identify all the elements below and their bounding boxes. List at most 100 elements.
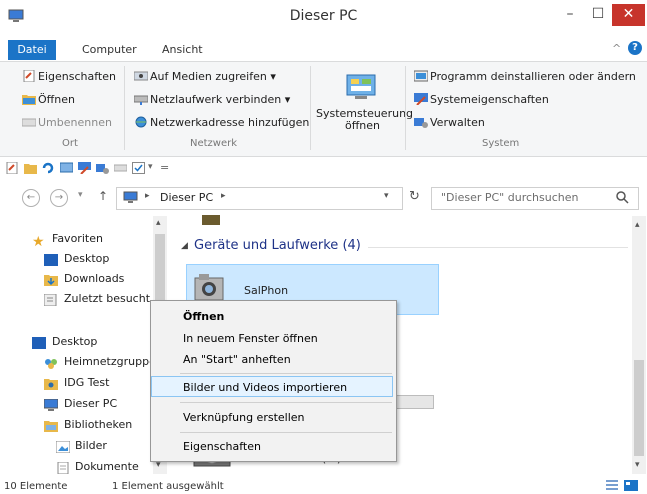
address-dropdown-icon[interactable]: ▾: [384, 191, 389, 201]
collapse-ribbon-icon[interactable]: ^: [612, 42, 621, 55]
up-icon[interactable]: ↑: [98, 189, 108, 203]
ribbon-eigenschaften[interactable]: Eigenschaften: [38, 70, 116, 83]
ctx-bilder-importieren[interactable]: Bilder und Videos importieren: [183, 381, 347, 394]
scroll-down-icon[interactable]: ▾: [635, 460, 640, 470]
user-folder-icon: [44, 379, 58, 390]
properties-icon[interactable]: [6, 162, 19, 174]
properties-icon: [23, 70, 35, 82]
rename-icon[interactable]: [114, 162, 127, 174]
window-title: Dieser PC: [289, 8, 358, 24]
ribbon-verwalten[interactable]: Verwalten: [430, 116, 485, 129]
pictures-icon: [56, 441, 70, 453]
minimize-button[interactable]: –: [557, 4, 583, 26]
tab-datei[interactable]: Datei: [8, 40, 56, 60]
homegroup-icon: [45, 359, 57, 369]
system-properties-icon: [414, 93, 428, 105]
ctx-separator: [180, 432, 392, 433]
nav-tree-heimnetzgruppe[interactable]: Heimnetzgruppe: [64, 355, 156, 368]
nav-item-downloads[interactable]: Downloads: [64, 272, 124, 285]
desktop-icon: [32, 337, 46, 349]
nav-tree-idg-test[interactable]: IDG Test: [64, 376, 109, 389]
tab-ansicht[interactable]: Ansicht: [162, 40, 203, 60]
ribbon-systemeigenschaften[interactable]: Systemeigenschaften: [430, 93, 549, 106]
tab-computer[interactable]: Computer: [82, 40, 137, 60]
ctx-neues-fenster[interactable]: In neuem Fenster öffnen: [183, 332, 318, 345]
group-title[interactable]: Geräte und Laufwerke (4): [194, 238, 361, 253]
checkbox-icon[interactable]: [132, 162, 145, 174]
star-icon: ★: [32, 234, 45, 250]
ribbon-oeffnen[interactable]: Öffnen: [38, 93, 75, 106]
ribbon-programm[interactable]: Programm deinstallieren oder ändern: [430, 70, 636, 83]
system-properties-icon[interactable]: [78, 162, 91, 174]
ctx-verknuepfung[interactable]: Verknüpfung erstellen: [183, 411, 305, 424]
drive-usage-bar: [396, 395, 434, 409]
content-scrollbar-thumb[interactable]: [634, 360, 644, 456]
ctx-oeffnen[interactable]: Öffnen: [183, 310, 224, 323]
ctx-eigenschaften[interactable]: Eigenschaften: [183, 440, 261, 453]
undo-icon[interactable]: [42, 162, 55, 174]
control-panel-icon[interactable]: [345, 73, 377, 101]
computer-icon: [123, 191, 138, 203]
ctx-separator: [180, 402, 392, 403]
recent-places-icon: [44, 294, 57, 306]
ribbon-separator: [405, 66, 406, 150]
qat-dropdown-icon[interactable]: ▾: [148, 162, 153, 172]
ribbon-medien[interactable]: Auf Medien zugreifen ▾: [150, 70, 276, 83]
ctx-separator: [180, 373, 392, 374]
group-label-system: System: [482, 138, 520, 149]
back-icon[interactable]: ←: [22, 189, 40, 207]
ribbon-separator: [310, 66, 311, 150]
close-button[interactable]: ✕: [612, 4, 645, 26]
nav-favoriten[interactable]: Favoriten: [52, 232, 103, 245]
partial-item-icon: [202, 215, 220, 225]
rename-icon: [22, 118, 36, 127]
network-location-icon: [135, 116, 147, 128]
recent-locations-icon[interactable]: ▾: [78, 190, 83, 200]
group-collapse-icon[interactable]: ◢: [181, 241, 188, 251]
ribbon-umbenennen[interactable]: Umbenennen: [38, 116, 112, 129]
device-label-salphon: SalPhon: [244, 284, 289, 297]
search-placeholder: "Dieser PC" durchsuchen: [441, 191, 579, 204]
ribbon-tabs: Datei Computer Ansicht: [0, 40, 647, 60]
scroll-up-icon[interactable]: ▴: [635, 220, 640, 230]
ribbon-netzlaufwerk[interactable]: Netzlaufwerk verbinden ▾: [150, 93, 290, 106]
breadcrumb-chevron-icon[interactable]: ▸: [145, 191, 150, 201]
ribbon-separator: [124, 66, 125, 150]
help-icon[interactable]: ?: [628, 41, 642, 55]
maximize-button[interactable]: ☐: [585, 4, 611, 26]
new-folder-icon[interactable]: [24, 162, 37, 174]
nav-tree-desktop[interactable]: Desktop: [52, 335, 97, 348]
open-folder-icon: [22, 95, 36, 105]
ribbon-netzwerkadresse[interactable]: Netzwerkadresse hinzufügen: [150, 116, 309, 129]
nav-tree-bilder[interactable]: Bilder: [75, 439, 107, 452]
nav-tree-dieser-pc[interactable]: Dieser PC: [64, 397, 117, 410]
status-item-count: 10 Elemente: [4, 481, 68, 492]
libraries-icon: [44, 421, 58, 432]
breadcrumb-dieser-pc[interactable]: Dieser PC: [160, 191, 213, 204]
details-view-icon[interactable]: [606, 480, 618, 491]
downloads-icon: [44, 275, 58, 286]
group-label-ort: Ort: [62, 138, 78, 149]
nav-item-zuletzt[interactable]: Zuletzt besucht: [64, 292, 150, 305]
breadcrumb-chevron-icon[interactable]: ▸: [221, 191, 226, 201]
documents-icon: [57, 462, 69, 474]
tiles-view-icon[interactable]: [624, 480, 638, 491]
map-drive-icon[interactable]: [60, 162, 73, 174]
network-drive-icon: [134, 95, 148, 105]
nav-tree-bibliotheken[interactable]: Bibliotheken: [64, 418, 132, 431]
customize-qat-icon[interactable]: =: [160, 161, 169, 174]
status-bar: [0, 476, 647, 494]
ribbon-systemsteuerung-oeffnen[interactable]: öffnen: [345, 119, 380, 132]
group-label-netzwerk: Netzwerk: [190, 138, 238, 149]
manage-icon[interactable]: [96, 162, 109, 174]
forward-icon[interactable]: →: [50, 189, 68, 207]
media-access-icon: [134, 71, 148, 81]
refresh-icon[interactable]: ↻: [409, 189, 420, 204]
ctx-start-anheften[interactable]: An "Start" anheften: [183, 353, 291, 366]
nav-item-desktop[interactable]: Desktop: [64, 252, 109, 265]
scroll-up-icon[interactable]: ▴: [156, 218, 161, 228]
group-divider: [368, 247, 628, 248]
nav-tree-dokumente[interactable]: Dokumente: [75, 460, 139, 473]
search-icon[interactable]: [616, 191, 629, 204]
camera-icon: [194, 274, 224, 301]
